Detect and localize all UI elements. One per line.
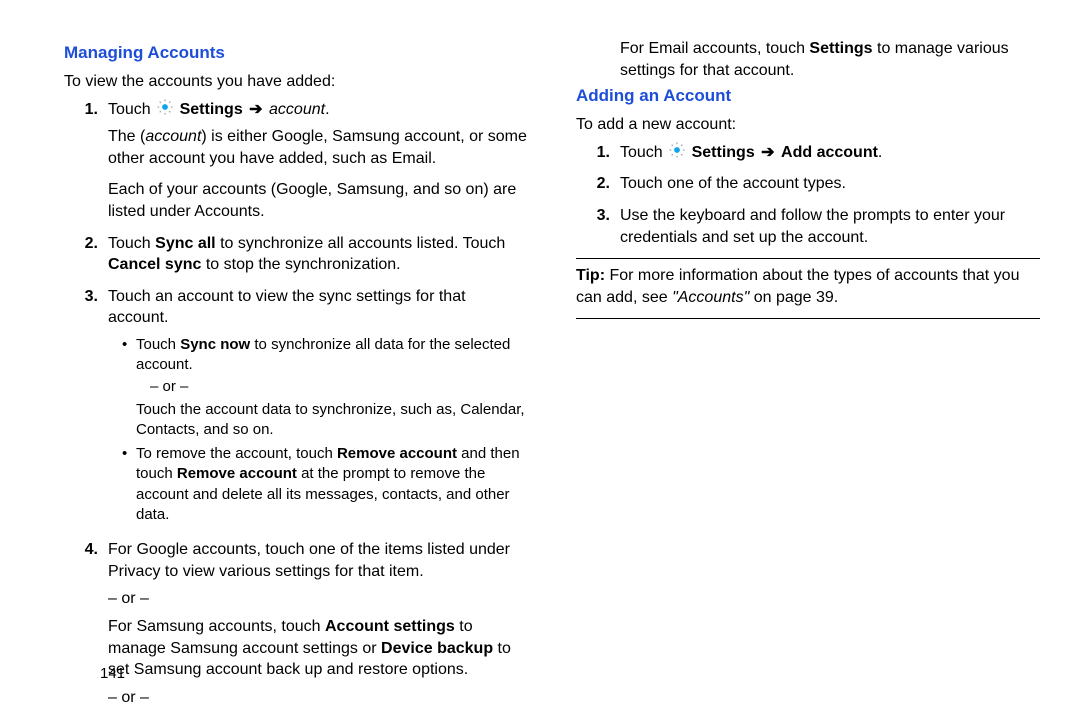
tip-text: Tip: For more information about the type… bbox=[576, 265, 1040, 308]
step-body: Touch an account to view the sync settin… bbox=[108, 286, 528, 529]
or-separator: – or – bbox=[108, 590, 149, 607]
settings-gear-icon bbox=[667, 140, 687, 160]
divider bbox=[576, 318, 1040, 319]
divider bbox=[576, 258, 1040, 259]
settings-gear-icon bbox=[155, 97, 175, 117]
or-separator: – or – bbox=[108, 689, 149, 706]
step-body: Touch one of the account types. bbox=[620, 173, 1040, 195]
step-body: Touch Sync all to synchronize all accoun… bbox=[108, 233, 528, 276]
step-body: Use the keyboard and follow the prompts … bbox=[620, 205, 1040, 248]
step-number: 3. bbox=[576, 205, 620, 248]
step-2: 2. Touch Sync all to synchronize all acc… bbox=[64, 233, 528, 276]
bullet: • To remove the account, touch Remove ac… bbox=[122, 444, 528, 525]
intro-adding: To add a new account: bbox=[576, 114, 1040, 136]
arrow-icon: ➔ bbox=[247, 101, 264, 118]
step-number: 1. bbox=[64, 99, 108, 223]
bullet-dot-icon: • bbox=[122, 444, 136, 525]
step-number: 2. bbox=[64, 233, 108, 276]
settings-label: Settings bbox=[180, 101, 243, 118]
step-2: 2. Touch one of the account types. bbox=[576, 173, 1040, 195]
desc2: Each of your accounts (Google, Samsung, … bbox=[108, 181, 516, 220]
step-number: 3. bbox=[64, 286, 108, 529]
desc: The (account) is either Google, Samsung … bbox=[108, 128, 527, 167]
step-number: 1. bbox=[576, 142, 620, 164]
bullet-dot-icon: • bbox=[122, 335, 136, 440]
step-body: Touch Settings ➔ Add account. bbox=[620, 142, 1040, 164]
text: Touch bbox=[108, 101, 155, 118]
bullet: • Touch Sync now to synchronize all data… bbox=[122, 335, 528, 440]
step-3: 3. Use the keyboard and follow the promp… bbox=[576, 205, 1040, 248]
arrow-icon: ➔ bbox=[759, 144, 776, 161]
account-word: account bbox=[269, 101, 325, 118]
heading-adding-account: Adding an Account bbox=[576, 85, 1040, 108]
sub-bullets: • Touch Sync now to synchronize all data… bbox=[122, 335, 528, 525]
adding-account-section: Adding an Account To add a new account: … bbox=[576, 85, 1040, 319]
step-body: Touch Settings ➔ account. The (account) … bbox=[108, 99, 528, 223]
or-separator: – or – bbox=[150, 377, 528, 397]
page-number: 141 bbox=[100, 664, 125, 684]
intro-managing: To view the accounts you have added: bbox=[64, 71, 528, 93]
step-1: 1. Touch Settings ➔ Add account. bbox=[576, 142, 1040, 164]
step-number: 2. bbox=[576, 173, 620, 195]
period: . bbox=[325, 101, 329, 118]
heading-managing-accounts: Managing Accounts bbox=[64, 42, 528, 65]
step-1: 1. Touch Settings ➔ account. The (ac bbox=[64, 99, 528, 223]
step-3: 3. Touch an account to view the sync set… bbox=[64, 286, 528, 529]
adding-steps: 1. Touch Settings ➔ Add account. bbox=[576, 142, 1040, 248]
manual-page: Managing Accounts To view the accounts y… bbox=[0, 0, 1080, 720]
